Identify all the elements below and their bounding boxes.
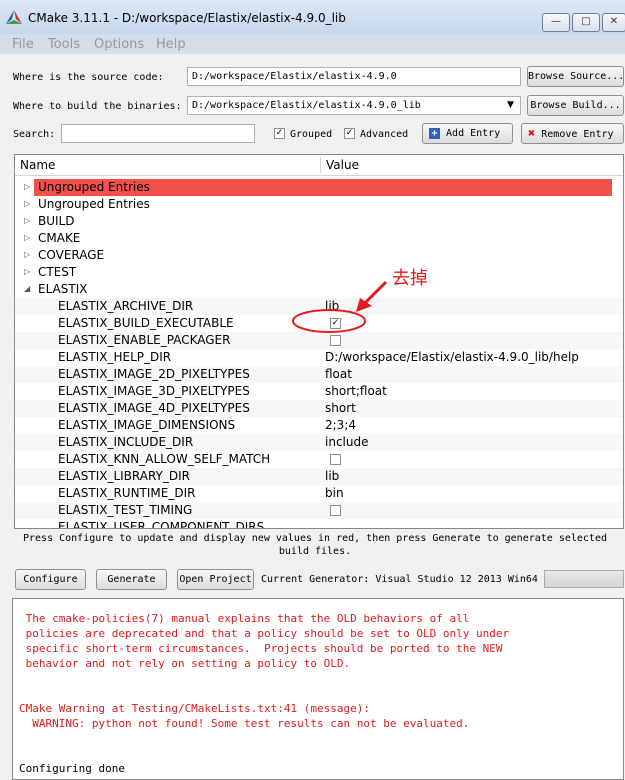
current-generator: Current Generator: Visual Studio 12 2013… [261, 574, 538, 585]
log-line: CMake Warning at Testing/CMakeLists.txt:… [19, 702, 370, 715]
open-project-button[interactable]: Open Project [177, 569, 254, 590]
progress-bar [544, 570, 624, 588]
log-line: WARNING: python not found! Some test res… [19, 717, 470, 730]
annotation-text: 去掉 [392, 268, 428, 289]
log-line: behavior and not rely on setting a polic… [19, 657, 351, 670]
output-log[interactable]: The cmake-policies(7) manual explains th… [12, 598, 624, 780]
annotation-ellipse [292, 309, 366, 333]
log-line: specific short-term circumstances. Proje… [19, 642, 503, 655]
log-line: The cmake-policies(7) manual explains th… [19, 612, 470, 625]
configure-button[interactable]: Configure [15, 569, 86, 590]
status-text: Press Configure to update and display ne… [23, 533, 607, 557]
generate-button[interactable]: Generate [96, 569, 167, 590]
log-line: Configuring done [19, 762, 125, 775]
log-line: policies are deprecated and that a polic… [19, 627, 510, 640]
